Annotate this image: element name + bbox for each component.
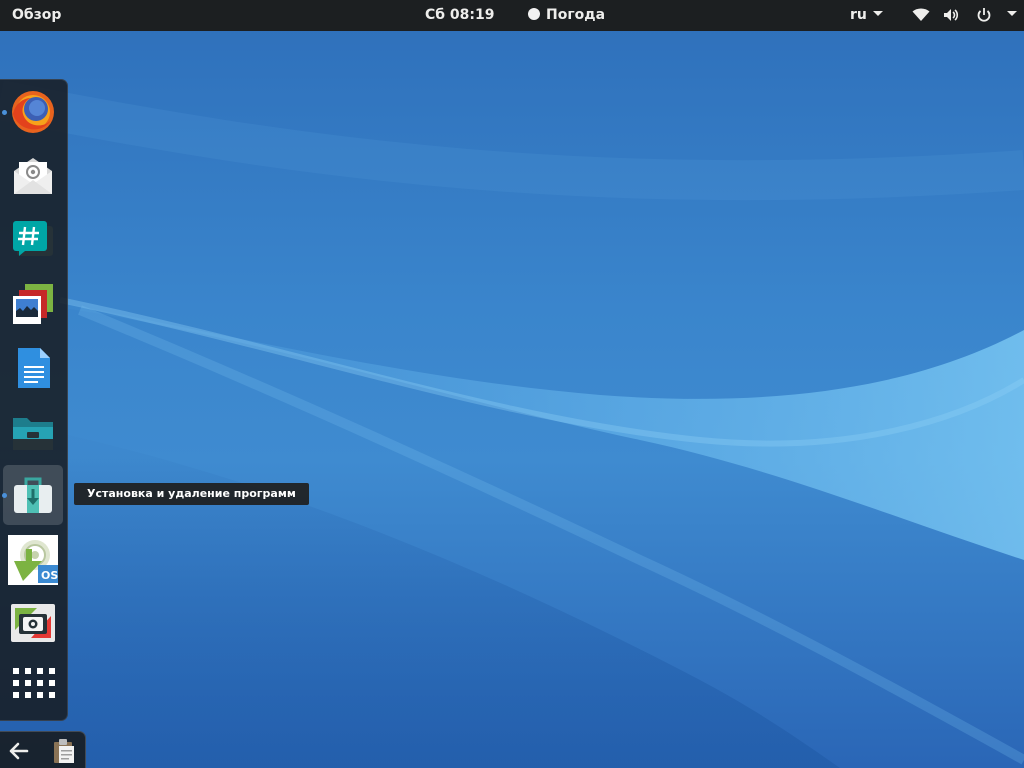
activities-button[interactable]: Обзор [12, 0, 61, 31]
dock-item-file-manager[interactable] [3, 402, 63, 462]
show-applications-button[interactable] [3, 658, 63, 718]
camera-icon [11, 604, 55, 642]
running-indicator [2, 493, 7, 498]
keyboard-layout-button[interactable]: ru [850, 0, 883, 31]
running-indicator [2, 110, 7, 115]
image-viewer-icon [13, 284, 53, 324]
weather-icon [528, 8, 540, 20]
os-installer-icon: OS [8, 535, 58, 585]
dock-item-software[interactable] [2, 465, 63, 525]
firefox-icon [12, 91, 54, 133]
wallpaper-waves [0, 80, 1024, 768]
volume-icon [943, 9, 958, 21]
dock-item-text-document[interactable] [3, 338, 63, 398]
mail-icon [14, 158, 52, 194]
wifi-icon [912, 8, 930, 21]
weather-label: Погода [546, 7, 606, 23]
file-manager-icon [13, 418, 53, 450]
clock-button[interactable]: Сб 08:19 [425, 0, 495, 31]
clipboard-button[interactable] [50, 737, 80, 765]
power-icon [977, 8, 991, 22]
back-button[interactable] [5, 737, 35, 765]
back-arrow-icon [9, 742, 29, 760]
text-document-icon [18, 348, 50, 388]
system-menu-button[interactable] [912, 0, 1017, 31]
desktop-wallpaper [0, 0, 1024, 768]
weather-button[interactable]: Погода [528, 0, 605, 31]
dock-item-image-viewer[interactable] [3, 274, 63, 334]
dock-item-os-installer[interactable]: OS [3, 531, 63, 591]
software-install-icon [14, 477, 52, 513]
keyboard-layout-label: ru [850, 7, 867, 23]
top-bar: Обзор Сб 08:19 Погода ru [0, 0, 1024, 31]
chevron-down-icon [1006, 11, 1017, 16]
dock-tooltip: Установка и удаление программ [74, 483, 309, 505]
dock-item-firefox[interactable] [2, 82, 63, 142]
chevron-down-icon [872, 11, 883, 16]
dock-item-mail[interactable] [3, 146, 63, 206]
dock-item-camera[interactable] [3, 594, 63, 654]
bottom-tray [0, 731, 86, 768]
svg-text:OS: OS [41, 569, 58, 582]
hexchat-icon [13, 221, 53, 256]
dock-item-hexchat[interactable] [3, 210, 63, 270]
app-grid-icon [13, 668, 55, 698]
dock: OS [0, 79, 68, 721]
clipboard-icon [54, 739, 74, 763]
